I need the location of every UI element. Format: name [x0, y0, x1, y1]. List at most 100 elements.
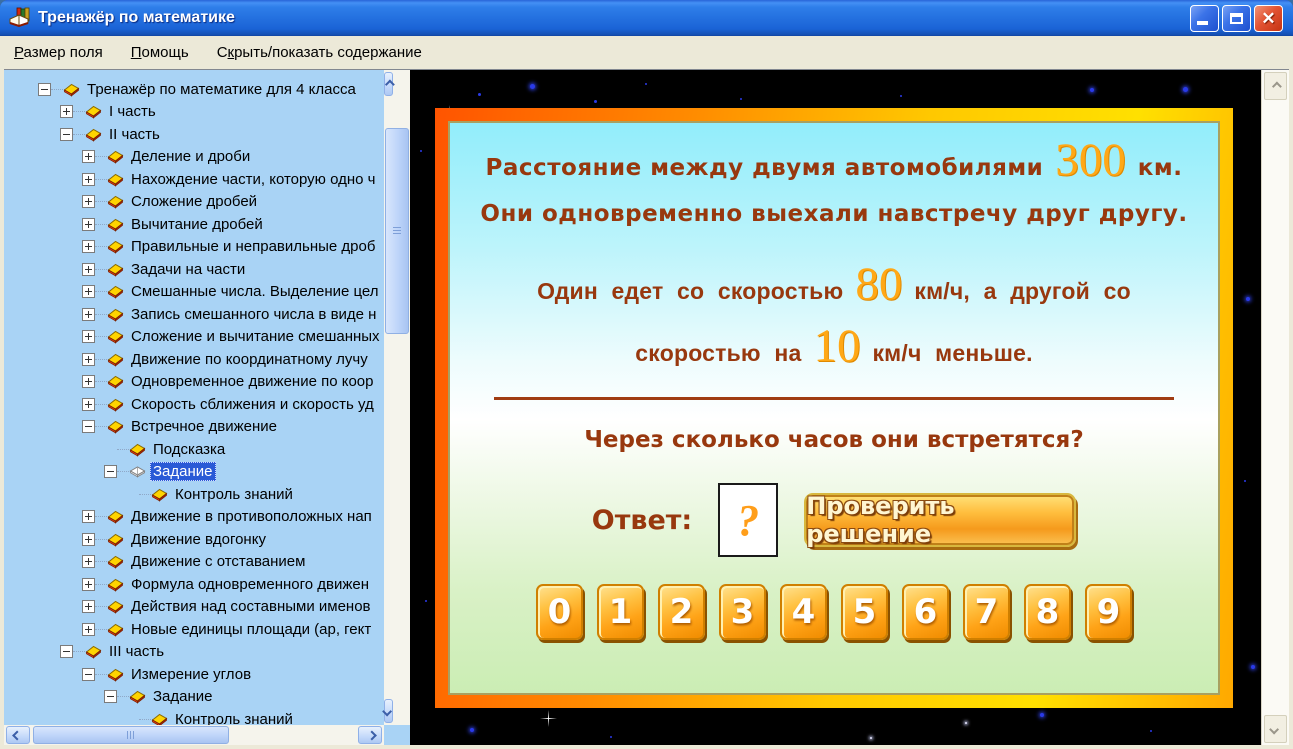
- tree-item[interactable]: Новые единицы площади (ар, гект: [4, 618, 384, 641]
- content-scrollbar[interactable]: [1261, 70, 1289, 745]
- digit-button-5[interactable]: 5: [841, 584, 888, 640]
- menu-item[interactable]: Размер поля: [14, 44, 103, 61]
- expand-plus-icon[interactable]: [82, 375, 95, 389]
- tree-item-label: Одновременное движение по коор: [131, 373, 374, 391]
- digit-button-1[interactable]: 1: [597, 584, 644, 640]
- tree-item[interactable]: Задание: [4, 461, 384, 484]
- menu-item[interactable]: Скрыть/показать содержание: [217, 44, 422, 61]
- menu-item[interactable]: Помощь: [131, 44, 189, 61]
- tree-item[interactable]: Задачи на части: [4, 258, 384, 281]
- tree-item[interactable]: Контроль знаний: [4, 483, 384, 506]
- tree-item[interactable]: Движение в противоположных нап: [4, 506, 384, 529]
- scroll-up-button[interactable]: [1264, 72, 1287, 100]
- digit-button-8[interactable]: 8: [1024, 584, 1071, 640]
- digit-button-0[interactable]: 0: [536, 584, 583, 640]
- expand-plus-icon[interactable]: [82, 195, 95, 209]
- check-solution-button[interactable]: Проверить решение: [804, 492, 1077, 548]
- tree-item[interactable]: Движение по координатному лучу: [4, 348, 384, 371]
- scroll-down-button[interactable]: [382, 699, 393, 723]
- tree-item-label: Встречное движение: [131, 418, 277, 436]
- tree-item[interactable]: Действия над составными именов: [4, 596, 384, 619]
- expand-plus-icon[interactable]: [82, 532, 95, 546]
- minimize-button[interactable]: [1190, 4, 1219, 32]
- collapse-minus-icon[interactable]: [104, 690, 117, 704]
- tree-item[interactable]: Смешанные числа. Выделение цел: [4, 281, 384, 304]
- tree-item-label: Сложение дробей: [131, 193, 258, 211]
- expand-plus-icon[interactable]: [82, 352, 95, 366]
- tree-item[interactable]: Движение вдогонку: [4, 528, 384, 551]
- expand-plus-icon[interactable]: [82, 510, 95, 524]
- expand-plus-icon[interactable]: [82, 622, 95, 636]
- scroll-down-button[interactable]: [1264, 715, 1287, 743]
- expand-plus-icon[interactable]: [82, 307, 95, 321]
- book-closed-icon: [107, 622, 128, 637]
- tree-item[interactable]: Деление и дроби: [4, 146, 384, 169]
- scroll-left-button[interactable]: [6, 726, 30, 744]
- tree-horizontal-scrollbar[interactable]: [4, 725, 384, 745]
- expand-plus-icon[interactable]: [82, 262, 95, 276]
- expand-plus-icon[interactable]: [82, 217, 95, 231]
- expand-plus-icon[interactable]: [82, 172, 95, 186]
- tree-item[interactable]: II часть: [4, 123, 384, 146]
- tree-item[interactable]: Правильные и неправильные дроб: [4, 236, 384, 259]
- maximize-button[interactable]: [1222, 4, 1251, 32]
- tree-item[interactable]: Нахождение части, которую одно ч: [4, 168, 384, 191]
- collapse-minus-icon[interactable]: [60, 645, 73, 659]
- tree-item[interactable]: Сложение и вычитание смешанных: [4, 326, 384, 349]
- digit-button-6[interactable]: 6: [902, 584, 949, 640]
- tree-item[interactable]: Задание: [4, 686, 384, 709]
- tree-item[interactable]: Запись смешанного числа в виде н: [4, 303, 384, 326]
- collapse-minus-icon[interactable]: [82, 420, 95, 434]
- digit-button-9[interactable]: 9: [1085, 584, 1132, 640]
- expand-plus-icon[interactable]: [82, 240, 95, 254]
- book-closed-icon: [107, 509, 128, 524]
- expand-plus-icon[interactable]: [82, 330, 95, 344]
- tree-item-label: Новые единицы площади (ар, гект: [131, 620, 372, 638]
- tree-item[interactable]: Одновременное движение по коор: [4, 371, 384, 394]
- expand-plus-icon[interactable]: [82, 397, 95, 411]
- expand-plus-icon[interactable]: [82, 285, 95, 299]
- tree-item[interactable]: Скорость сближения и скорость уд: [4, 393, 384, 416]
- tree-item[interactable]: Подсказка: [4, 438, 384, 461]
- tree-item[interactable]: Контроль знаний: [4, 708, 384, 725]
- expand-plus-icon[interactable]: [60, 105, 73, 119]
- tree: Тренажёр по математике для 4 класса I час…: [4, 78, 384, 725]
- scroll-right-button[interactable]: [358, 726, 382, 744]
- expand-plus-icon[interactable]: [82, 150, 95, 164]
- expand-plus-icon[interactable]: [82, 577, 95, 591]
- tree-item[interactable]: III часть: [4, 641, 384, 664]
- collapse-minus-icon[interactable]: [60, 127, 73, 141]
- expand-plus-icon[interactable]: [82, 555, 95, 569]
- scroll-up-button[interactable]: [384, 72, 395, 96]
- star-icon: [1040, 713, 1044, 717]
- scroll-thumb[interactable]: [385, 128, 409, 334]
- answer-value: ?: [737, 495, 760, 545]
- tree-item[interactable]: I часть: [4, 101, 384, 124]
- collapse-minus-icon[interactable]: [82, 667, 95, 681]
- collapse-minus-icon[interactable]: [38, 82, 51, 96]
- tree-item-label: Запись смешанного числа в виде н: [131, 305, 377, 323]
- digit-button-3[interactable]: 3: [719, 584, 766, 640]
- tree-item[interactable]: Вычитание дробей: [4, 213, 384, 236]
- tree-item[interactable]: Встречное движение: [4, 416, 384, 439]
- digit-button-4[interactable]: 4: [780, 584, 827, 640]
- tree-connector: [95, 606, 107, 608]
- digit-button-2[interactable]: 2: [658, 584, 705, 640]
- tree-item[interactable]: Формула одновременного движен: [4, 573, 384, 596]
- tree-item[interactable]: Движение с отставанием: [4, 551, 384, 574]
- tree-item-label: Задание: [153, 688, 213, 706]
- tree-item-label: Деление и дроби: [131, 148, 251, 166]
- answer-input-box[interactable]: ?: [718, 483, 779, 557]
- star-icon: [1244, 480, 1246, 482]
- expand-plus-icon[interactable]: [82, 600, 95, 614]
- tree-connector: [95, 313, 107, 315]
- digit-button-7[interactable]: 7: [963, 584, 1010, 640]
- scroll-thumb[interactable]: [33, 726, 229, 744]
- tree-item[interactable]: Сложение дробей: [4, 191, 384, 214]
- close-button[interactable]: ✕: [1254, 4, 1283, 32]
- tree-vertical-scrollbar[interactable]: [382, 70, 410, 725]
- collapse-minus-icon[interactable]: [104, 465, 117, 479]
- tree-item[interactable]: Тренажёр по математике для 4 класса: [4, 78, 384, 101]
- problem-text: Один едет со скоростью: [537, 278, 844, 304]
- tree-item[interactable]: Измерение углов: [4, 663, 384, 686]
